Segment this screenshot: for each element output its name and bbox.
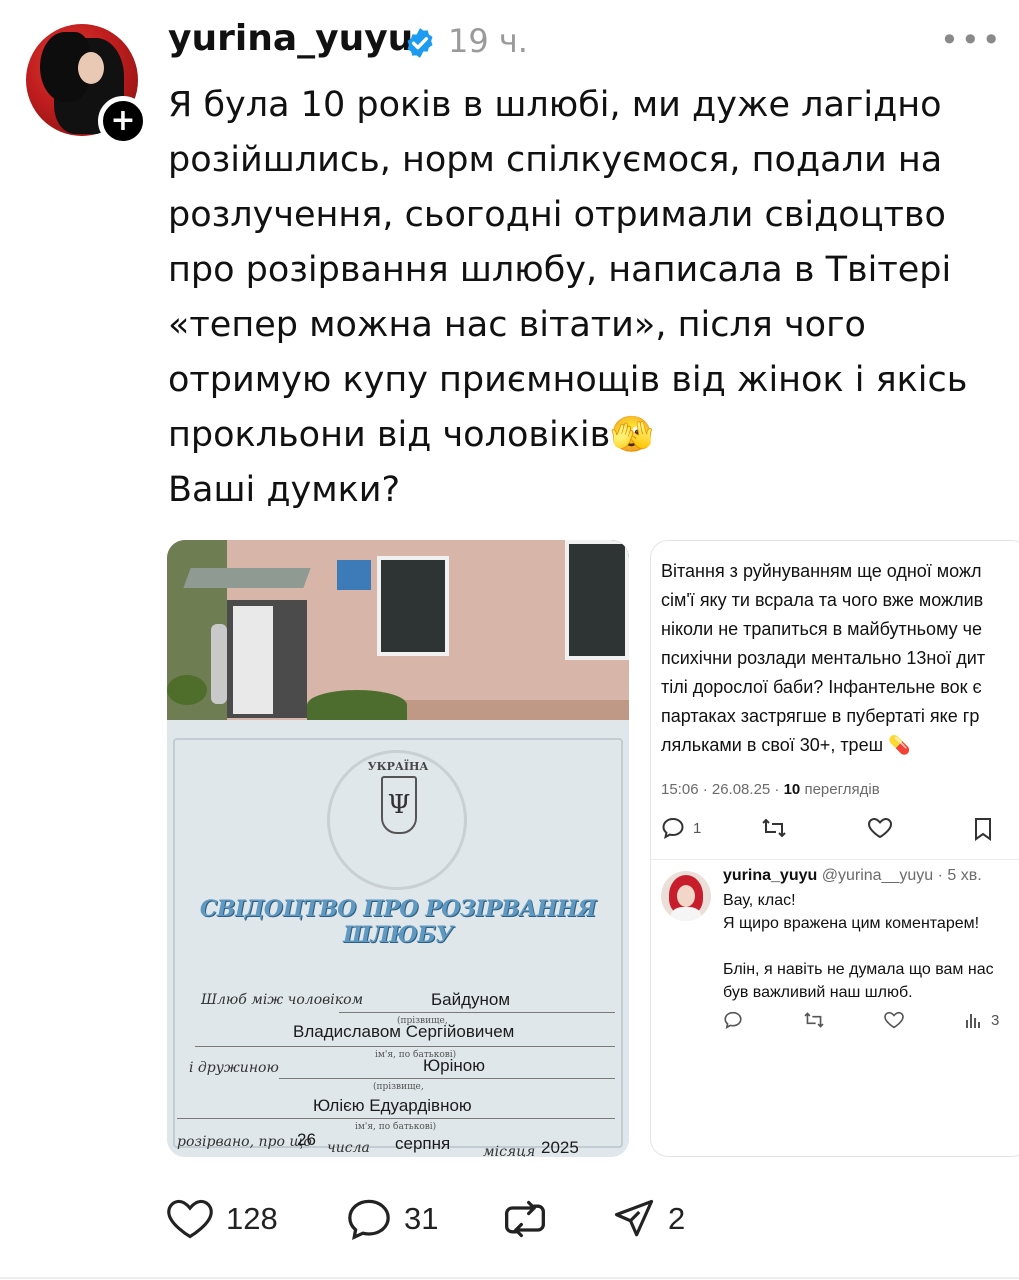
post-text: Я була 10 років в шлюбі, ми дуже лагідно… [168,85,968,510]
reply-avatar [661,871,711,921]
divorce-certificate: УКРАЇНА Ψ СВІДОЦТВО ПРО РОЗІРВАННЯ ШЛЮБУ… [167,720,629,1157]
reply-header: yurina_yuyu @yurina__yuyu · 5 хв. [723,867,982,885]
reply-retweet-button[interactable] [803,1011,825,1029]
send-icon [614,1199,654,1237]
label-day: числа [327,1140,370,1156]
reply-icon [724,1011,742,1029]
reply-text: Вау, клас! Я щиро вражена цим коментарем… [723,892,994,1001]
quoted-line: ляльками в свої 30+, треш 💊 [661,735,911,755]
heart-icon [867,817,893,839]
certificate-country: УКРАЇНА [367,760,429,773]
quoted-tweet-actions: 1 [661,817,1019,845]
reply-name: yurina_yuyu [723,867,818,884]
like-button[interactable]: 128 [166,1194,278,1244]
post-time: 19 ч. [448,22,528,60]
like-count: 128 [226,1201,278,1236]
quoted-line: ніколи не трапиться в майбутньому че [661,619,983,639]
author-username[interactable]: yurina_yuyu [168,18,413,59]
label-month: місяця [483,1144,536,1157]
cert-day: 26 [297,1130,316,1149]
views-icon [966,1014,980,1028]
author-avatar[interactable]: + [26,24,148,146]
bookmark-icon [975,818,991,841]
label-wife: і дружиною [189,1060,279,1076]
quoted-like-button[interactable] [867,817,893,839]
quoted-retweet-button[interactable] [761,817,787,839]
comment-button[interactable]: 31 [346,1194,438,1244]
retweet-icon [762,818,786,838]
quoted-tweet-meta: 15:06 · 26.08.25 · 10 переглядів [661,781,880,798]
quoted-reply-button[interactable]: 1 [661,817,701,839]
share-button[interactable]: 2 [612,1194,685,1244]
media-photo-certificate[interactable]: УКРАЇНА Ψ СВІДОЦТВО ПРО РОЗІРВАННЯ ШЛЮБУ… [167,540,629,1157]
reply-handle-time: @yurina__yuyu · 5 хв. [821,867,982,884]
post-actions: 128 31 2 [166,1194,766,1244]
caption-surname-2: (прізвище, [373,1082,424,1092]
husband-name: Владиславом Сергійовичем [293,1022,515,1041]
more-options-icon[interactable]: ••• [940,24,1003,56]
reply-actions: 3 [723,1011,1019,1035]
quoted-time: 15:06 · 26.08.25 · [661,781,784,798]
repost-icon [505,1200,545,1238]
quoted-views-label: переглядів [804,781,880,798]
wife-surname: Юріною [423,1056,485,1075]
cert-year: 2025 [541,1138,579,1157]
label-dissolved: розірвано, про що [177,1134,312,1150]
wife-name: Юлією Едуардівною [313,1096,472,1115]
quoted-reply-count: 1 [693,819,702,837]
follow-plus-icon[interactable]: + [98,96,148,146]
caption-name-2: ім'я, по батькові) [355,1122,437,1132]
reply-views-button[interactable]: 3 [965,1011,999,1029]
verified-badge-icon [407,28,433,58]
quoted-line: Вітання з руйнуванням ще одної можл [661,561,982,581]
heart-icon [167,1199,213,1239]
repost-button[interactable] [502,1194,548,1244]
reply-reply-button[interactable] [723,1011,743,1029]
label-between: Шлюб між чоловіком [201,992,364,1008]
cert-month: серпня [395,1134,451,1153]
retweet-icon [804,1012,824,1028]
quoted-views-count: 10 [783,781,801,798]
quoted-line: партаках застрягше в пубертаті яке гр [661,706,980,726]
heart-icon [884,1011,904,1029]
husband-surname: Байдуном [431,990,511,1009]
share-count: 2 [668,1201,686,1236]
quoted-bookmark-button[interactable] [973,817,993,841]
coat-of-arms-icon: Ψ [381,776,417,834]
comment-icon [348,1199,390,1241]
reply-like-button[interactable] [883,1011,905,1029]
certificate-title: СВІДОЦТВО ПРО РОЗІРВАННЯ ШЛЮБУ [199,896,597,948]
media-tweet-screenshot[interactable]: Вітання з руйнуванням ще одної можл сім'… [650,540,1019,1157]
comment-count: 31 [404,1201,439,1236]
building-photo [167,540,629,720]
reply-views-count: 3 [991,1011,1000,1029]
divider [651,859,1019,860]
quoted-line: тілі дорослої баби? Інфантельне вок є [661,677,982,697]
quoted-tweet-text: Вітання з руйнуванням ще одної можл сім'… [661,557,1019,760]
reply-icon [662,817,684,839]
quoted-line: психічни розлади ментально 13ної дит [661,648,986,668]
divider [0,1277,1019,1279]
quoted-line: сім'ї яку ти всрала та чого вже можлив [661,590,984,610]
